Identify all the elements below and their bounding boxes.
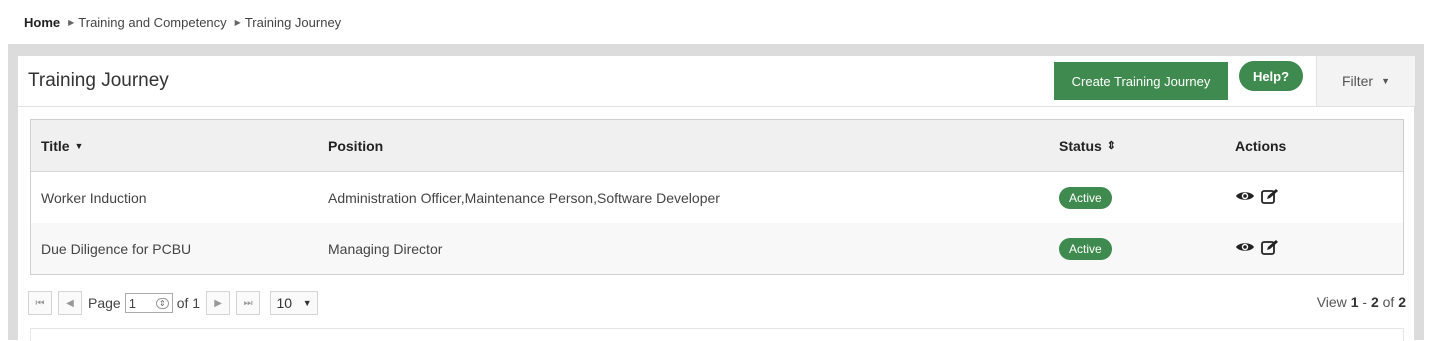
column-title-label: Title [41, 137, 70, 154]
create-training-journey-button[interactable]: Create Training Journey [1054, 62, 1228, 100]
page-title: Training Journey [28, 70, 169, 91]
stepper-icon[interactable]: ⇕ [156, 297, 169, 309]
row-actions [1235, 172, 1279, 223]
view-of: of [1382, 294, 1399, 310]
next-page-icon[interactable]: ▶ [206, 291, 231, 315]
training-journey-panel: Training Journey Create Training Journey… [18, 56, 1415, 341]
column-header-actions: Actions [1235, 120, 1286, 171]
caret-down-icon: ▼ [302, 298, 312, 308]
last-page-icon[interactable]: ⏭ [236, 291, 261, 315]
row-title: Due Diligence for PCBU [41, 240, 192, 257]
page-label: Page [88, 295, 121, 311]
row-status: Active [1059, 223, 1112, 274]
page-count-label: of 1 [176, 295, 201, 311]
filter-label: Filter [1341, 73, 1374, 89]
status-badge: Active [1059, 186, 1112, 209]
breadcrumb-home[interactable]: Home [24, 15, 60, 30]
breadcrumb-separator-icon: ▶ [234, 18, 241, 27]
page-number-value: 1 [128, 295, 136, 311]
footer-divider [30, 328, 1404, 341]
sort-both-icon: ⇕ [1106, 140, 1117, 152]
prev-page-icon[interactable]: ◀ [58, 291, 82, 315]
row-position: Managing Director [328, 240, 443, 257]
breadcrumb-separator-icon: ▶ [68, 18, 75, 27]
column-header-status[interactable]: Status ⇕ [1059, 120, 1116, 171]
content-frame: Training Journey Create Training Journey… [8, 44, 1424, 341]
column-header-title[interactable]: Title ▼ [41, 120, 83, 171]
caret-down-icon: ▼ [1381, 76, 1391, 86]
breadcrumb: Home ▶ Training and Competency ▶ Trainin… [24, 15, 341, 30]
eye-icon[interactable] [1235, 189, 1255, 206]
table-row[interactable]: Due Diligence for PCBU Managing Director… [31, 223, 1403, 274]
column-header-position: Position [328, 120, 383, 171]
view-total: 2 [1398, 294, 1406, 310]
edit-icon[interactable] [1261, 188, 1279, 208]
rows-per-page-value: 10 [276, 295, 293, 311]
view-records-info: View 1 - 2 of 2 [1317, 294, 1406, 310]
help-button[interactable]: Help? [1239, 61, 1303, 91]
sort-down-icon: ▼ [74, 140, 84, 151]
column-position-label: Position [328, 137, 384, 154]
view-to: 2 [1370, 294, 1379, 310]
table-row[interactable]: Worker Induction Administration Officer,… [31, 172, 1403, 223]
row-status: Active [1059, 172, 1112, 223]
status-badge: Active [1059, 237, 1112, 260]
first-page-icon[interactable]: ⏮ [28, 291, 52, 315]
panel-header: Training Journey Create Training Journey… [18, 56, 1415, 107]
pager: ⏮ ◀ Page 1 ⇕ of 1 ▶ ⏭ 10 ▼ [28, 290, 319, 316]
row-title: Worker Induction [41, 189, 147, 206]
eye-icon[interactable] [1235, 240, 1255, 257]
view-prefix: View [1316, 294, 1347, 310]
page-number-input[interactable]: 1 ⇕ [124, 293, 173, 313]
training-journey-table: Title ▼ Position Status ⇕ Actions Worker… [30, 119, 1404, 275]
column-status-label: Status [1059, 137, 1102, 154]
breadcrumb-training-journey: Training Journey [244, 15, 342, 30]
edit-icon[interactable] [1261, 239, 1279, 259]
column-actions-label: Actions [1235, 137, 1287, 154]
filter-dropdown[interactable]: Filter ▼ [1316, 56, 1415, 106]
view-dash: - [1362, 294, 1371, 310]
breadcrumb-training-competency[interactable]: Training and Competency [78, 15, 226, 30]
row-position: Administration Officer,Maintenance Perso… [328, 189, 720, 206]
rows-per-page-select[interactable]: 10 ▼ [270, 291, 319, 315]
row-actions [1235, 223, 1279, 274]
view-from: 1 [1350, 294, 1359, 310]
table-header: Title ▼ Position Status ⇕ Actions [31, 120, 1403, 172]
